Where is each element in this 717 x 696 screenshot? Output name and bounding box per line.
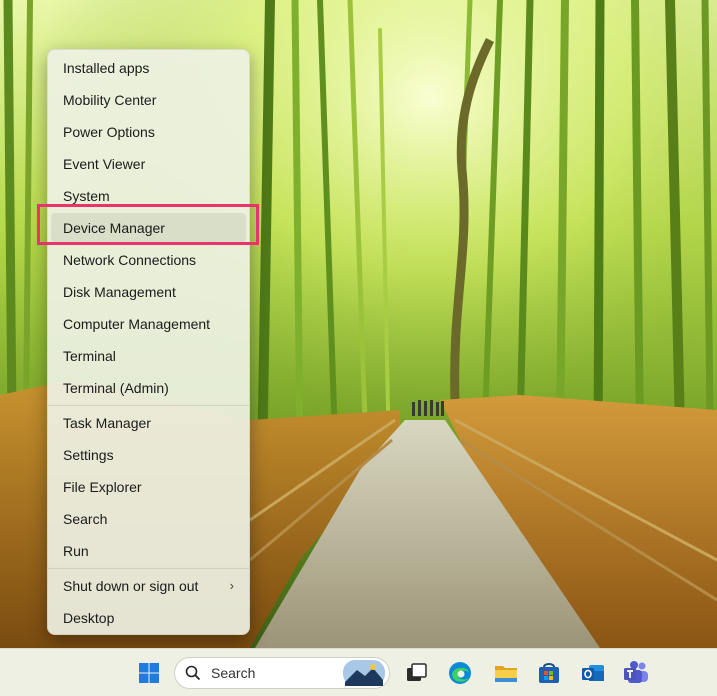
menu-item-event-viewer[interactable]: Event Viewer [51, 149, 246, 179]
search-highlight-image-icon [343, 660, 385, 686]
menu-item-desktop[interactable]: Desktop [51, 603, 246, 633]
menu-item-installed-apps[interactable]: Installed apps [51, 53, 246, 83]
taskbar-search-box[interactable]: Search [174, 657, 390, 689]
quick-link-context-menu: Installed apps Mobility Center Power Opt… [47, 49, 250, 635]
search-icon [185, 665, 201, 681]
menu-item-terminal-admin[interactable]: Terminal (Admin) [51, 373, 246, 403]
file-explorer-icon[interactable] [490, 657, 522, 689]
menu-item-terminal[interactable]: Terminal [51, 341, 246, 371]
menu-item-system[interactable]: System [51, 181, 246, 211]
teams-icon[interactable] [620, 657, 652, 689]
menu-separator [48, 568, 249, 569]
menu-item-network-connections[interactable]: Network Connections [51, 245, 246, 275]
menu-item-task-manager[interactable]: Task Manager [51, 408, 246, 438]
menu-item-settings[interactable]: Settings [51, 440, 246, 470]
menu-separator [48, 405, 249, 406]
microsoft-store-icon[interactable] [533, 657, 565, 689]
menu-item-disk-management[interactable]: Disk Management [51, 277, 246, 307]
windows-start-icon[interactable] [133, 657, 165, 689]
menu-item-label: Shut down or sign out [63, 578, 199, 594]
chevron-right-icon: › [229, 578, 234, 593]
menu-item-file-explorer[interactable]: File Explorer [51, 472, 246, 502]
search-placeholder: Search [211, 665, 256, 681]
menu-item-computer-management[interactable]: Computer Management [51, 309, 246, 339]
taskbar: Search [0, 648, 717, 696]
menu-item-mobility-center[interactable]: Mobility Center [51, 85, 246, 115]
menu-item-shut-down-or-sign-out[interactable]: Shut down or sign out › [51, 571, 246, 601]
outlook-icon[interactable] [577, 657, 609, 689]
menu-item-run[interactable]: Run [51, 536, 246, 566]
menu-item-power-options[interactable]: Power Options [51, 117, 246, 147]
menu-item-search[interactable]: Search [51, 504, 246, 534]
task-view-icon[interactable] [400, 657, 432, 689]
edge-icon[interactable] [444, 657, 476, 689]
desktop: Installed apps Mobility Center Power Opt… [0, 0, 717, 696]
menu-item-device-manager[interactable]: Device Manager [51, 213, 246, 243]
